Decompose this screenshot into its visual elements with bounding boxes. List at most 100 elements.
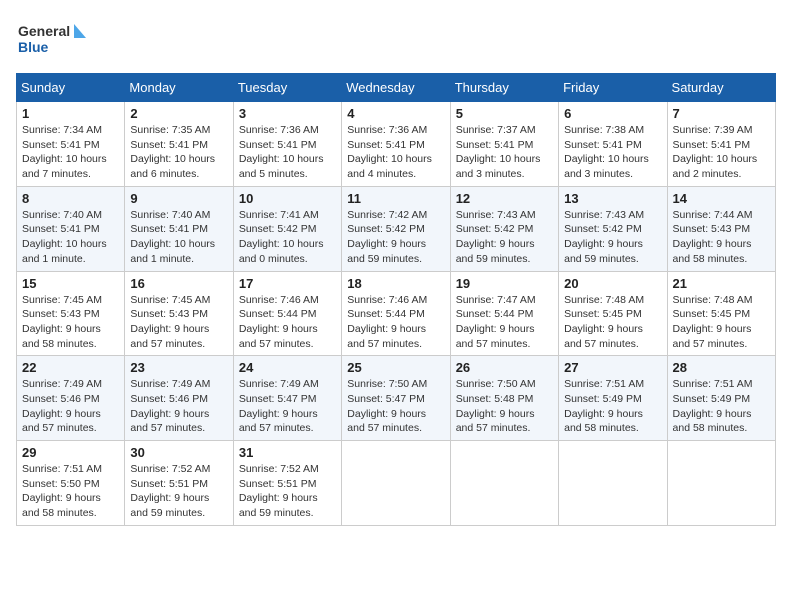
day-number: 28 xyxy=(673,360,770,375)
logo: General Blue xyxy=(16,16,86,61)
day-info: Sunrise: 7:49 AMSunset: 5:47 PMDaylight:… xyxy=(239,377,336,436)
svg-text:General: General xyxy=(18,23,70,39)
day-cell-29: 29 Sunrise: 7:51 AMSunset: 5:50 PMDayligh… xyxy=(17,441,125,526)
day-info: Sunrise: 7:48 AMSunset: 5:45 PMDaylight:… xyxy=(564,293,661,352)
weekday-header-tuesday: Tuesday xyxy=(233,74,341,102)
page-header: General Blue xyxy=(16,16,776,61)
day-info: Sunrise: 7:36 AMSunset: 5:41 PMDaylight:… xyxy=(239,123,336,182)
day-cell-22: 22 Sunrise: 7:49 AMSunset: 5:46 PMDayligh… xyxy=(17,356,125,441)
day-cell-7: 7 Sunrise: 7:39 AMSunset: 5:41 PMDaylight… xyxy=(667,102,775,187)
day-number: 21 xyxy=(673,276,770,291)
weekday-header-thursday: Thursday xyxy=(450,74,558,102)
day-info: Sunrise: 7:49 AMSunset: 5:46 PMDaylight:… xyxy=(22,377,119,436)
day-cell-4: 4 Sunrise: 7:36 AMSunset: 5:41 PMDaylight… xyxy=(342,102,450,187)
day-number: 13 xyxy=(564,191,661,206)
day-info: Sunrise: 7:46 AMSunset: 5:44 PMDaylight:… xyxy=(347,293,444,352)
day-number: 25 xyxy=(347,360,444,375)
day-cell-13: 13 Sunrise: 7:43 AMSunset: 5:42 PMDayligh… xyxy=(559,186,667,271)
day-number: 8 xyxy=(22,191,119,206)
calendar-week-row: 29 Sunrise: 7:51 AMSunset: 5:50 PMDayligh… xyxy=(17,441,776,526)
day-info: Sunrise: 7:36 AMSunset: 5:41 PMDaylight:… xyxy=(347,123,444,182)
day-info: Sunrise: 7:51 AMSunset: 5:50 PMDaylight:… xyxy=(22,462,119,521)
day-info: Sunrise: 7:44 AMSunset: 5:43 PMDaylight:… xyxy=(673,208,770,267)
day-number: 23 xyxy=(130,360,227,375)
day-cell-6: 6 Sunrise: 7:38 AMSunset: 5:41 PMDaylight… xyxy=(559,102,667,187)
day-info: Sunrise: 7:35 AMSunset: 5:41 PMDaylight:… xyxy=(130,123,227,182)
day-cell-24: 24 Sunrise: 7:49 AMSunset: 5:47 PMDayligh… xyxy=(233,356,341,441)
day-info: Sunrise: 7:43 AMSunset: 5:42 PMDaylight:… xyxy=(456,208,553,267)
logo-svg: General Blue xyxy=(16,16,86,61)
day-cell-3: 3 Sunrise: 7:36 AMSunset: 5:41 PMDaylight… xyxy=(233,102,341,187)
day-cell-23: 23 Sunrise: 7:49 AMSunset: 5:46 PMDayligh… xyxy=(125,356,233,441)
weekday-header-saturday: Saturday xyxy=(667,74,775,102)
day-cell-31: 31 Sunrise: 7:52 AMSunset: 5:51 PMDayligh… xyxy=(233,441,341,526)
calendar-header-row: SundayMondayTuesdayWednesdayThursdayFrid… xyxy=(17,74,776,102)
day-info: Sunrise: 7:40 AMSunset: 5:41 PMDaylight:… xyxy=(130,208,227,267)
day-number: 29 xyxy=(22,445,119,460)
day-info: Sunrise: 7:41 AMSunset: 5:42 PMDaylight:… xyxy=(239,208,336,267)
day-number: 31 xyxy=(239,445,336,460)
day-cell-14: 14Sunrise: 7:44 AMSunset: 5:43 PMDayligh… xyxy=(667,186,775,271)
day-info: Sunrise: 7:52 AMSunset: 5:51 PMDaylight:… xyxy=(239,462,336,521)
day-cell-27: 27Sunrise: 7:51 AMSunset: 5:49 PMDayligh… xyxy=(559,356,667,441)
weekday-header-sunday: Sunday xyxy=(17,74,125,102)
day-number: 26 xyxy=(456,360,553,375)
day-info: Sunrise: 7:42 AMSunset: 5:42 PMDaylight:… xyxy=(347,208,444,267)
day-number: 20 xyxy=(564,276,661,291)
day-number: 4 xyxy=(347,106,444,121)
day-info: Sunrise: 7:50 AMSunset: 5:47 PMDaylight:… xyxy=(347,377,444,436)
day-info: Sunrise: 7:34 AMSunset: 5:41 PMDaylight:… xyxy=(22,123,119,182)
calendar-week-row: 1 Sunrise: 7:34 AMSunset: 5:41 PMDaylight… xyxy=(17,102,776,187)
calendar-week-row: 22 Sunrise: 7:49 AMSunset: 5:46 PMDayligh… xyxy=(17,356,776,441)
empty-day-cell xyxy=(667,441,775,526)
day-cell-2: 2 Sunrise: 7:35 AMSunset: 5:41 PMDaylight… xyxy=(125,102,233,187)
day-info: Sunrise: 7:37 AMSunset: 5:41 PMDaylight:… xyxy=(456,123,553,182)
day-number: 19 xyxy=(456,276,553,291)
day-cell-5: 5Sunrise: 7:37 AMSunset: 5:41 PMDaylight… xyxy=(450,102,558,187)
day-cell-8: 8 Sunrise: 7:40 AMSunset: 5:41 PMDaylight… xyxy=(17,186,125,271)
day-cell-21: 21 Sunrise: 7:48 AMSunset: 5:45 PMDayligh… xyxy=(667,271,775,356)
day-number: 3 xyxy=(239,106,336,121)
day-cell-17: 17Sunrise: 7:46 AMSunset: 5:44 PMDayligh… xyxy=(233,271,341,356)
day-cell-15: 15 Sunrise: 7:45 AMSunset: 5:43 PMDayligh… xyxy=(17,271,125,356)
calendar-week-row: 15 Sunrise: 7:45 AMSunset: 5:43 PMDayligh… xyxy=(17,271,776,356)
svg-text:Blue: Blue xyxy=(18,39,49,55)
day-info: Sunrise: 7:51 AMSunset: 5:49 PMDaylight:… xyxy=(673,377,770,436)
day-info: Sunrise: 7:38 AMSunset: 5:41 PMDaylight:… xyxy=(564,123,661,182)
weekday-header-friday: Friday xyxy=(559,74,667,102)
day-info: Sunrise: 7:43 AMSunset: 5:42 PMDaylight:… xyxy=(564,208,661,267)
day-number: 15 xyxy=(22,276,119,291)
day-number: 7 xyxy=(673,106,770,121)
day-number: 2 xyxy=(130,106,227,121)
day-info: Sunrise: 7:45 AMSunset: 5:43 PMDaylight:… xyxy=(22,293,119,352)
day-info: Sunrise: 7:48 AMSunset: 5:45 PMDaylight:… xyxy=(673,293,770,352)
calendar-week-row: 8 Sunrise: 7:40 AMSunset: 5:41 PMDaylight… xyxy=(17,186,776,271)
day-cell-16: 16Sunrise: 7:45 AMSunset: 5:43 PMDayligh… xyxy=(125,271,233,356)
day-cell-1: 1 Sunrise: 7:34 AMSunset: 5:41 PMDaylight… xyxy=(17,102,125,187)
day-number: 1 xyxy=(22,106,119,121)
day-info: Sunrise: 7:49 AMSunset: 5:46 PMDaylight:… xyxy=(130,377,227,436)
day-number: 18 xyxy=(347,276,444,291)
day-number: 12 xyxy=(456,191,553,206)
day-info: Sunrise: 7:39 AMSunset: 5:41 PMDaylight:… xyxy=(673,123,770,182)
day-number: 9 xyxy=(130,191,227,206)
empty-day-cell xyxy=(450,441,558,526)
day-number: 24 xyxy=(239,360,336,375)
day-cell-26: 26 Sunrise: 7:50 AMSunset: 5:48 PMDayligh… xyxy=(450,356,558,441)
day-number: 16 xyxy=(130,276,227,291)
day-number: 6 xyxy=(564,106,661,121)
day-cell-19: 19 Sunrise: 7:47 AMSunset: 5:44 PMDayligh… xyxy=(450,271,558,356)
empty-day-cell xyxy=(559,441,667,526)
day-cell-28: 28 Sunrise: 7:51 AMSunset: 5:49 PMDayligh… xyxy=(667,356,775,441)
calendar-table: SundayMondayTuesdayWednesdayThursdayFrid… xyxy=(16,73,776,526)
day-info: Sunrise: 7:40 AMSunset: 5:41 PMDaylight:… xyxy=(22,208,119,267)
day-number: 22 xyxy=(22,360,119,375)
day-cell-18: 18 Sunrise: 7:46 AMSunset: 5:44 PMDayligh… xyxy=(342,271,450,356)
day-info: Sunrise: 7:50 AMSunset: 5:48 PMDaylight:… xyxy=(456,377,553,436)
day-info: Sunrise: 7:47 AMSunset: 5:44 PMDaylight:… xyxy=(456,293,553,352)
weekday-header-monday: Monday xyxy=(125,74,233,102)
day-info: Sunrise: 7:46 AMSunset: 5:44 PMDaylight:… xyxy=(239,293,336,352)
day-cell-9: 9 Sunrise: 7:40 AMSunset: 5:41 PMDaylight… xyxy=(125,186,233,271)
day-cell-11: 11Sunrise: 7:42 AMSunset: 5:42 PMDayligh… xyxy=(342,186,450,271)
day-cell-20: 20 Sunrise: 7:48 AMSunset: 5:45 PMDayligh… xyxy=(559,271,667,356)
